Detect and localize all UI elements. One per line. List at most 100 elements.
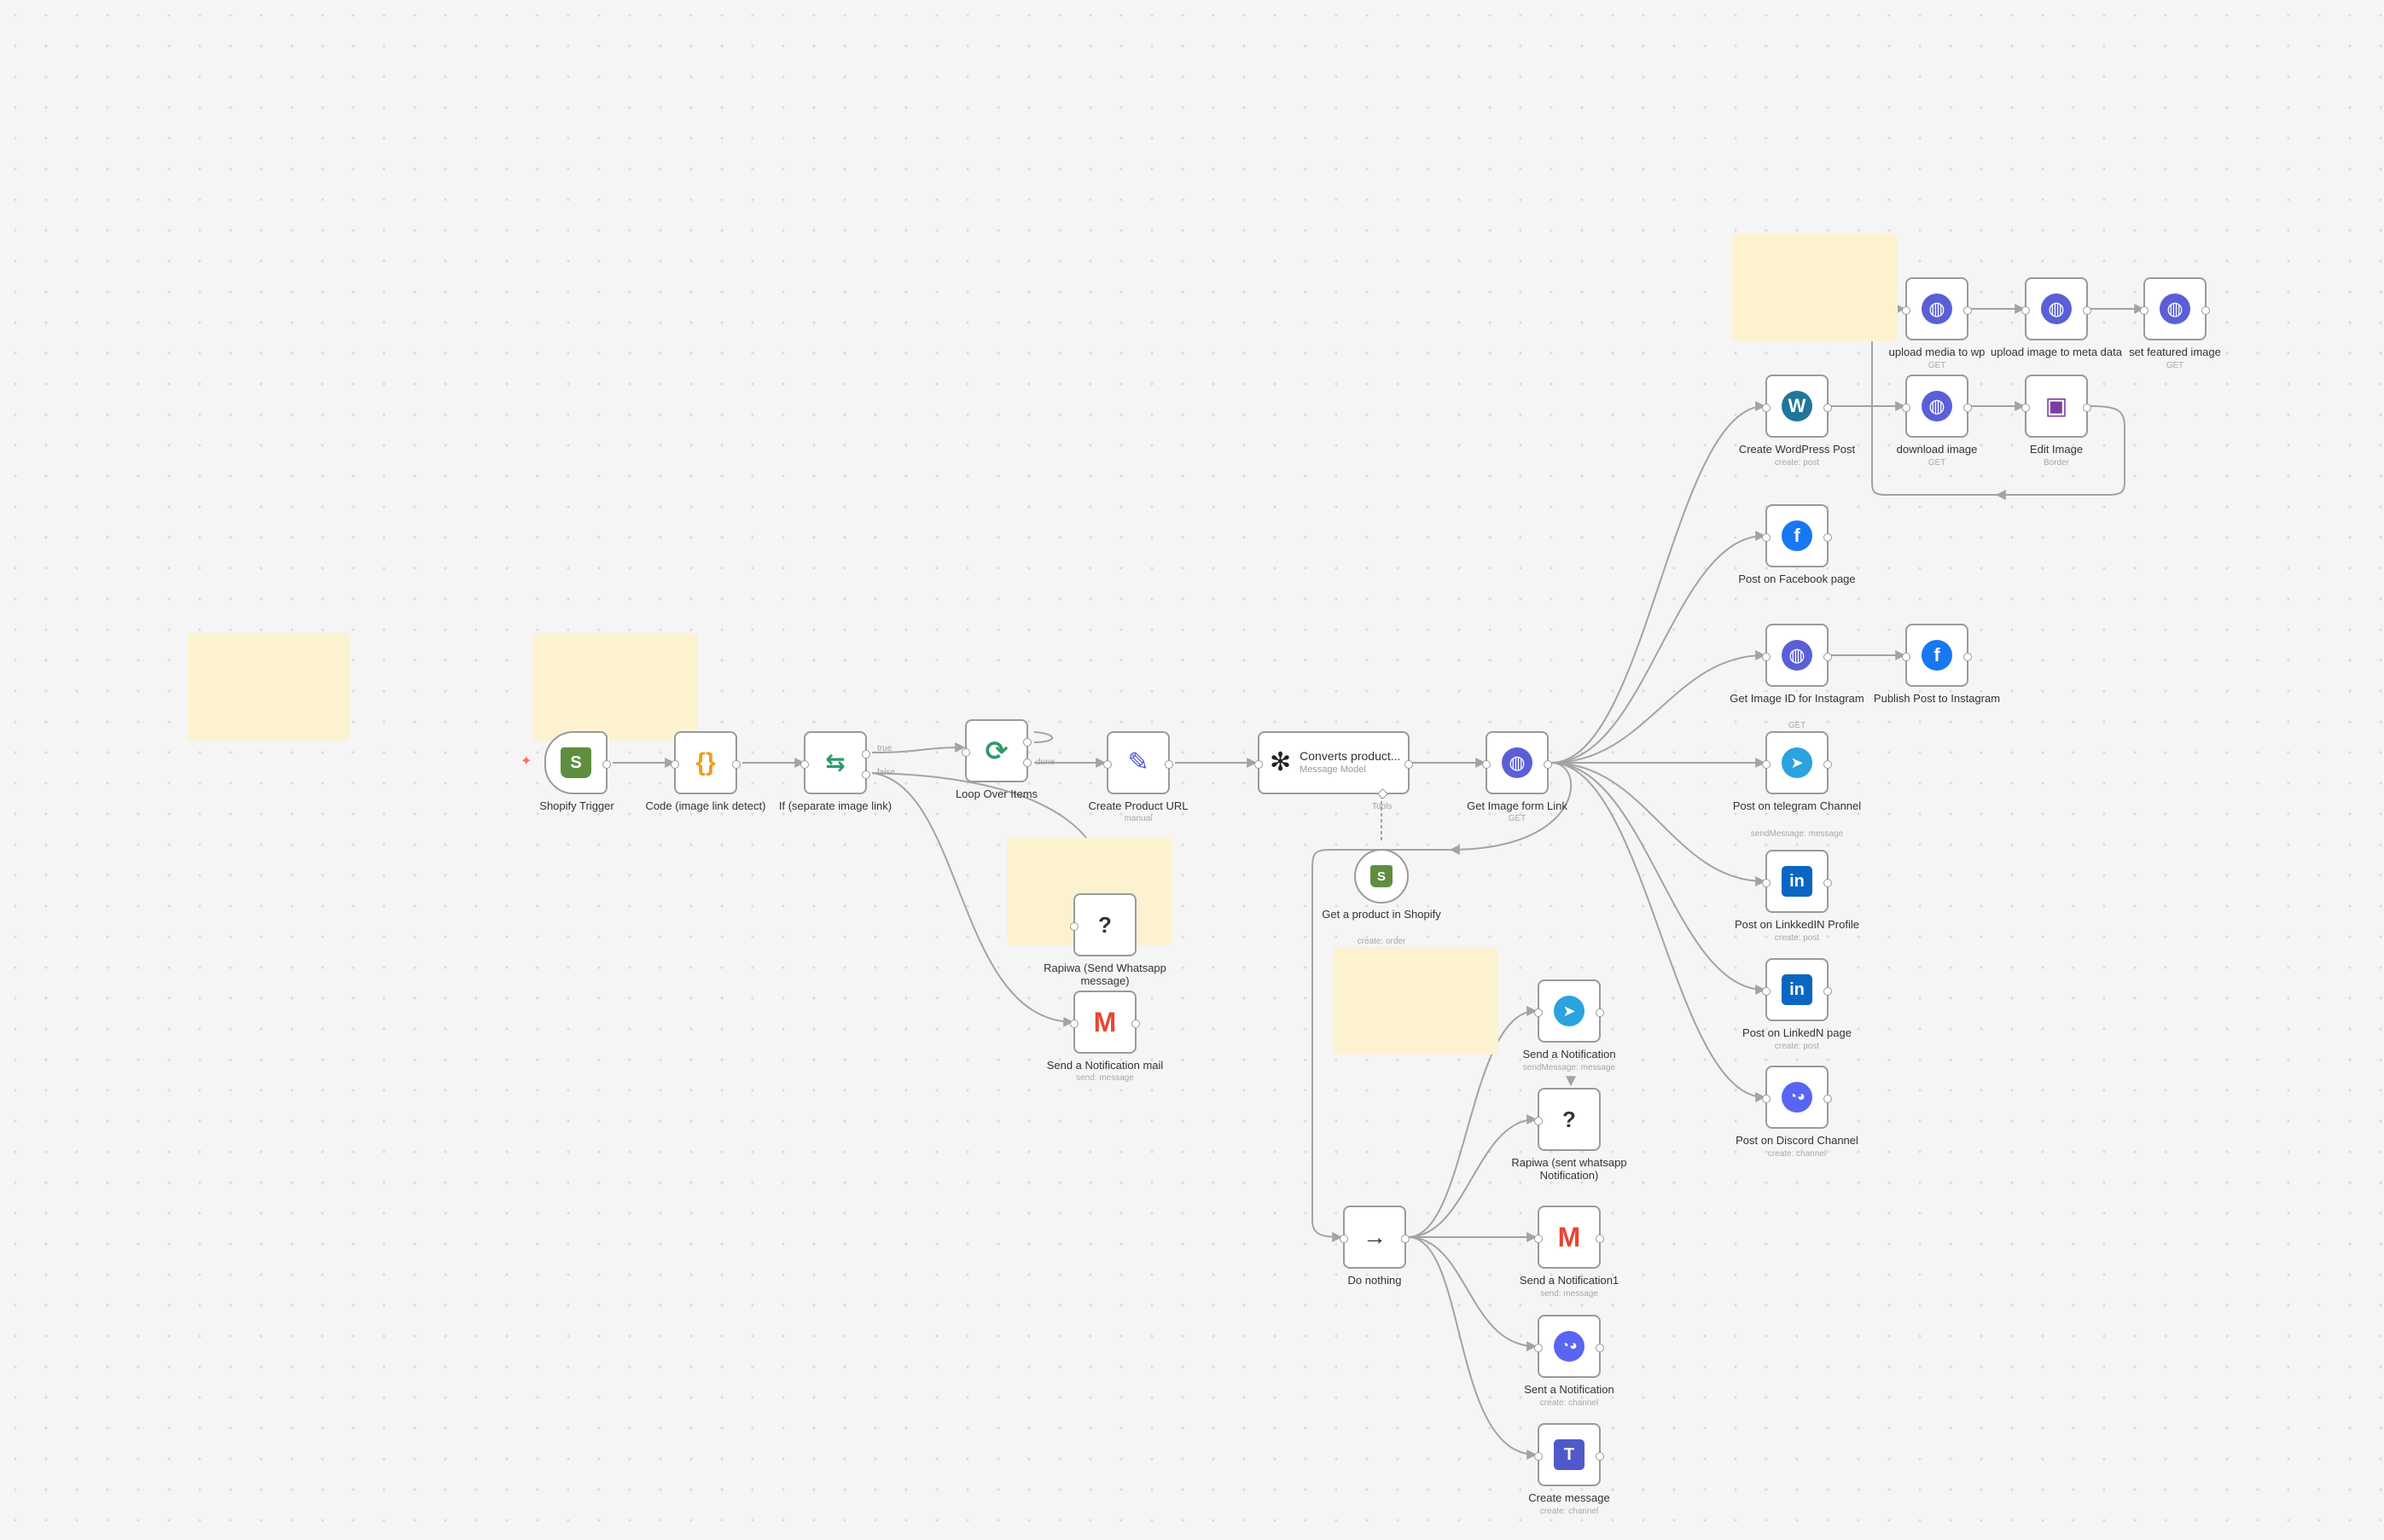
- output-port[interactable]: [1404, 760, 1413, 769]
- node-upload-media-wp[interactable]: ◍: [1902, 277, 1972, 340]
- node-wordpress-post[interactable]: W: [1762, 375, 1832, 438]
- input-port[interactable]: [1902, 653, 1910, 661]
- workflow-canvas[interactable]: ✦ S Shopify Trigger {} Code (image link …: [0, 0, 2384, 1540]
- node-openai-agent[interactable]: ✻ Converts product... Message Model: [1254, 731, 1413, 799]
- node-get-product-shopify[interactable]: S: [1354, 849, 1409, 904]
- output-port[interactable]: [732, 760, 741, 769]
- output-port[interactable]: [1823, 879, 1832, 887]
- input-port[interactable]: [1762, 404, 1771, 412]
- node-instagram-image-id[interactable]: ◍: [1762, 624, 1832, 687]
- input-port[interactable]: [2021, 306, 2030, 315]
- output-port[interactable]: [1401, 1235, 1410, 1243]
- output-port-done[interactable]: [1023, 758, 1032, 767]
- output-port[interactable]: [1596, 1235, 1604, 1243]
- input-port[interactable]: [1762, 760, 1771, 769]
- node-sublabel: create: order: [1357, 937, 1406, 946]
- node-loop[interactable]: ⟳: [962, 719, 1032, 782]
- output-port[interactable]: [1823, 533, 1832, 542]
- sticky-note[interactable]: [1333, 947, 1498, 1055]
- input-port[interactable]: [1534, 1235, 1543, 1243]
- input-port[interactable]: [1070, 1020, 1079, 1028]
- output-port[interactable]: [1544, 760, 1552, 769]
- output-port[interactable]: [1963, 306, 1972, 315]
- node-code[interactable]: {}: [671, 731, 741, 794]
- output-port-loop[interactable]: [1023, 738, 1032, 747]
- output-port[interactable]: [1823, 987, 1832, 996]
- node-upload-image-meta[interactable]: ◍: [2021, 277, 2091, 340]
- output-port[interactable]: [1823, 653, 1832, 661]
- output-port[interactable]: [1823, 760, 1832, 769]
- node-instagram-publish[interactable]: f: [1902, 624, 1972, 687]
- output-port[interactable]: [1165, 760, 1173, 769]
- output-port-true[interactable]: [862, 750, 870, 758]
- input-port[interactable]: [1762, 879, 1771, 887]
- input-port[interactable]: [1762, 1095, 1771, 1103]
- input-port[interactable]: [1254, 760, 1263, 769]
- output-port[interactable]: [602, 760, 611, 769]
- node-sublabel: create: post: [1774, 933, 1820, 943]
- node-download-image[interactable]: ◍: [1902, 375, 1972, 438]
- node-telegram-channel[interactable]: ➤: [1762, 731, 1832, 794]
- node-facebook-page[interactable]: f: [1762, 504, 1832, 567]
- node-discord-channel[interactable]: ◔◕: [1762, 1066, 1832, 1129]
- node-rapiwa-notification[interactable]: ?: [1534, 1088, 1601, 1151]
- node-label: Loop Over Items: [955, 787, 1038, 800]
- globe-icon: ◍: [2041, 293, 2072, 324]
- node-discord-notification[interactable]: ◔◕: [1534, 1315, 1604, 1378]
- output-port-false[interactable]: [862, 770, 870, 779]
- output-port[interactable]: [1823, 404, 1832, 412]
- input-port[interactable]: [2140, 306, 2149, 315]
- sticky-note[interactable]: [188, 633, 350, 741]
- node-create-product-url[interactable]: ✎: [1103, 731, 1173, 794]
- input-port[interactable]: [671, 760, 679, 769]
- input-port[interactable]: [1534, 1008, 1543, 1017]
- node-label: Post on LinkkedIN Profile: [1735, 918, 1859, 931]
- input-port[interactable]: [1762, 653, 1771, 661]
- node-shopify-trigger[interactable]: S: [544, 731, 611, 794]
- node-if[interactable]: ⇆: [800, 731, 870, 794]
- output-port[interactable]: [1823, 1095, 1832, 1103]
- node-edit-image[interactable]: ▣: [2021, 375, 2091, 438]
- output-port[interactable]: [1596, 1344, 1604, 1352]
- node-teams-message[interactable]: T: [1534, 1423, 1604, 1486]
- node-label: set featured image: [2129, 346, 2221, 358]
- input-port[interactable]: [1534, 1344, 1543, 1352]
- output-port[interactable]: [2201, 306, 2210, 315]
- output-port[interactable]: [2083, 306, 2091, 315]
- node-sublabel: Border: [2043, 458, 2069, 468]
- input-port[interactable]: [1762, 533, 1771, 542]
- sticky-note[interactable]: [532, 633, 698, 741]
- input-port[interactable]: [1482, 760, 1491, 769]
- node-label: Send a Notification mail: [1046, 1059, 1164, 1072]
- input-port[interactable]: [1534, 1452, 1543, 1461]
- input-port[interactable]: [800, 760, 809, 769]
- input-port[interactable]: [1902, 306, 1910, 315]
- output-port[interactable]: [1596, 1452, 1604, 1461]
- output-port[interactable]: [1963, 653, 1972, 661]
- node-set-featured-image[interactable]: ◍: [2140, 277, 2210, 340]
- input-port[interactable]: [2021, 404, 2030, 412]
- sticky-note[interactable]: [1732, 234, 1898, 341]
- input-port[interactable]: [1534, 1117, 1543, 1125]
- pen-icon: ✎: [1127, 748, 1149, 776]
- output-port[interactable]: [2083, 404, 2091, 412]
- output-port[interactable]: [1596, 1008, 1604, 1017]
- input-port[interactable]: [1340, 1235, 1348, 1243]
- node-linkedin-page[interactable]: in: [1762, 958, 1832, 1021]
- input-port[interactable]: [1902, 404, 1910, 412]
- wordpress-icon: W: [1782, 391, 1812, 421]
- node-send-notification-mail[interactable]: M: [1070, 991, 1140, 1054]
- output-port[interactable]: [1963, 404, 1972, 412]
- node-telegram-notification[interactable]: ➤: [1534, 979, 1604, 1043]
- input-port[interactable]: [1070, 922, 1079, 931]
- node-rapiwa-whatsapp[interactable]: ?: [1070, 893, 1137, 956]
- node-linkedin-profile[interactable]: in: [1762, 850, 1832, 913]
- output-port[interactable]: [1131, 1020, 1140, 1028]
- node-label: Sent a Notification: [1524, 1383, 1614, 1396]
- node-do-nothing[interactable]: →: [1340, 1206, 1410, 1269]
- node-get-image[interactable]: ◍: [1482, 731, 1552, 794]
- input-port[interactable]: [962, 748, 970, 757]
- input-port[interactable]: [1103, 760, 1112, 769]
- input-port[interactable]: [1762, 987, 1771, 996]
- node-send-notification-mail-2[interactable]: M: [1534, 1206, 1604, 1269]
